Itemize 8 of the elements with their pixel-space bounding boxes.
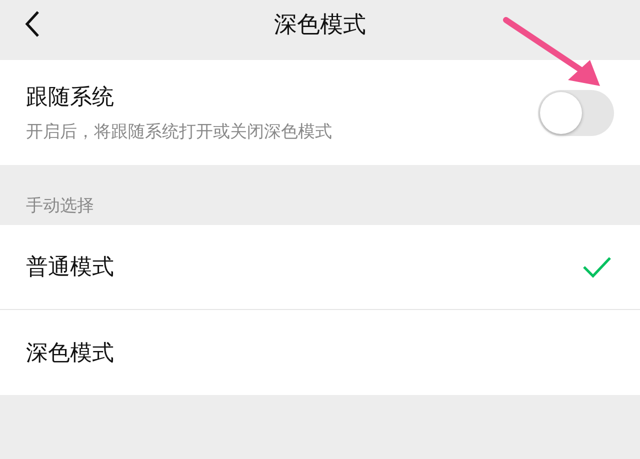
page-title: 深色模式 bbox=[274, 10, 366, 40]
setting-title: 跟随系统 bbox=[26, 84, 115, 112]
back-icon[interactable] bbox=[24, 10, 40, 38]
toggle-switch[interactable] bbox=[538, 90, 614, 136]
group-label: 手动选择 bbox=[26, 195, 94, 217]
mode-option[interactable]: 普通模式 bbox=[0, 225, 640, 310]
mode-option[interactable]: 深色模式 bbox=[0, 310, 640, 395]
setting-description: 开启后，将跟随系统打开或关闭深色模式 bbox=[26, 121, 332, 143]
